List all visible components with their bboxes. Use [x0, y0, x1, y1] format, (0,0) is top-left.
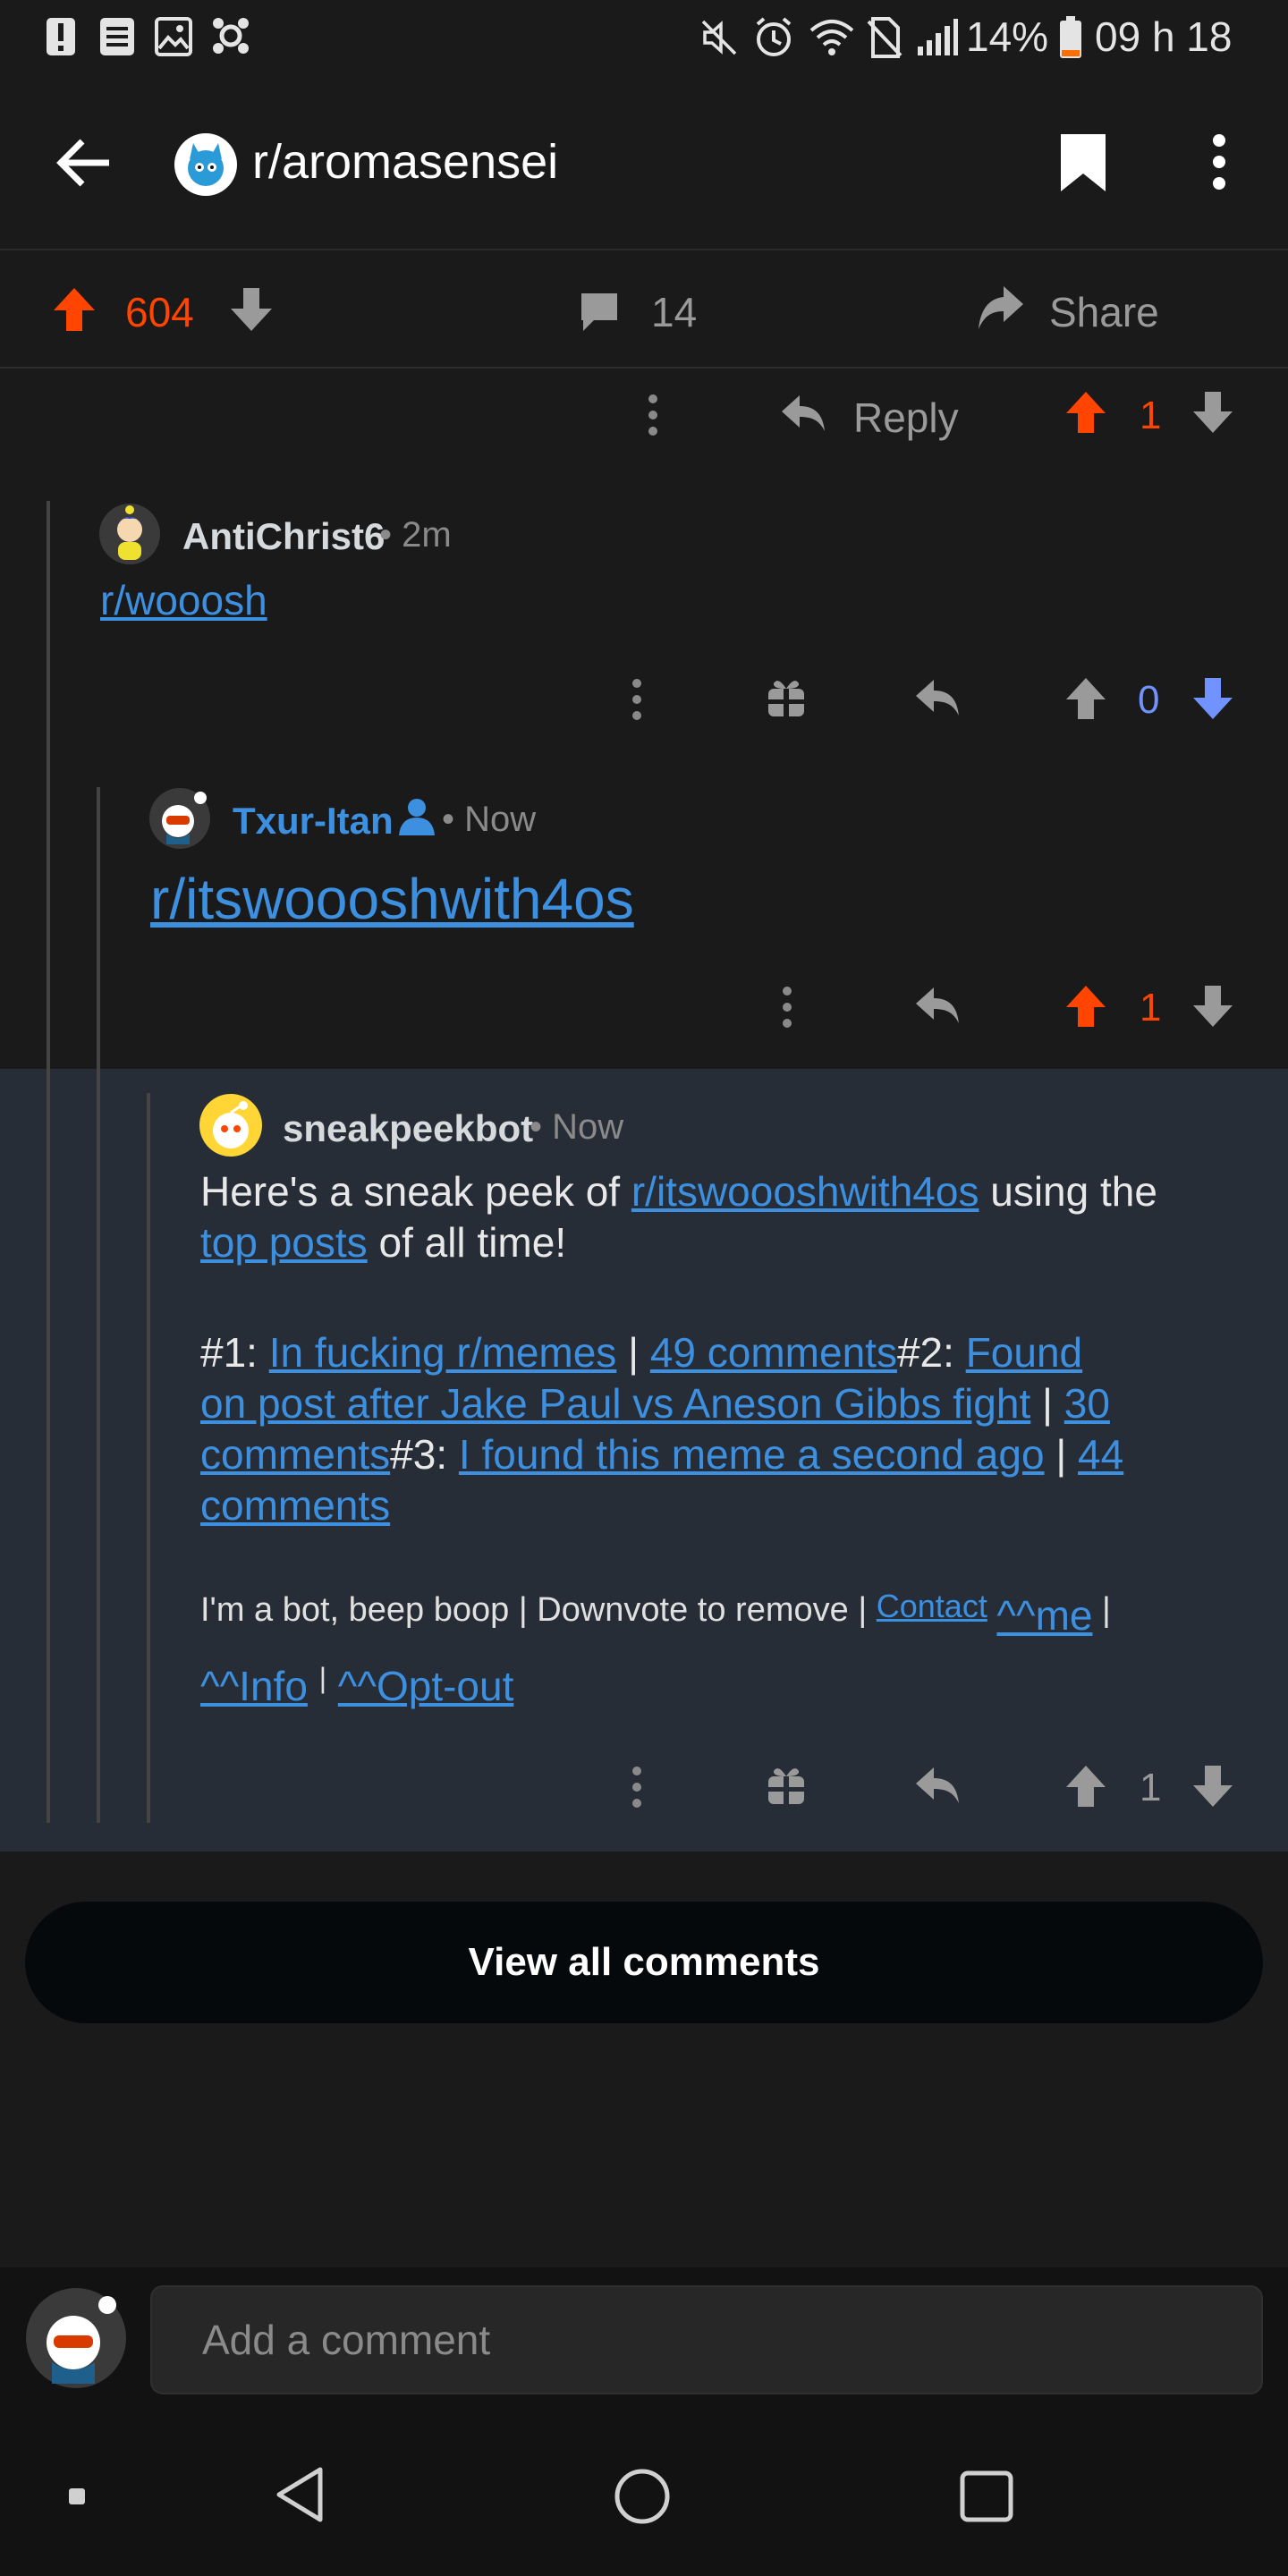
downvote-icon[interactable]: [229, 286, 274, 333]
user-op-icon: [397, 796, 436, 835]
comment-body-link[interactable]: r/itswoooshwith4os: [150, 866, 634, 932]
upvote-icon[interactable]: [1064, 390, 1107, 435]
more-options-icon[interactable]: [630, 678, 644, 721]
bot-post-list: #1: In fucking r/memes | 49 comments#2: …: [200, 1329, 1124, 1529]
bot-footer: I'm a bot, beep boop | Downvote to remov…: [200, 1588, 1111, 1639]
share-icon[interactable]: [975, 283, 1025, 333]
more-options-icon[interactable]: [780, 986, 794, 1029]
comment-author[interactable]: sneakpeekbot: [283, 1107, 533, 1150]
thread-line: [97, 787, 100, 1823]
reply-label[interactable]: Reply: [853, 394, 959, 442]
message-icon: [98, 16, 136, 57]
me-link[interactable]: ^^me: [996, 1592, 1092, 1639]
top-posts-link[interactable]: top posts: [200, 1219, 368, 1266]
contact-link[interactable]: Contact: [877, 1588, 987, 1624]
more-options-icon[interactable]: [630, 1766, 644, 1809]
post-action-bar: 604 14 Share: [0, 250, 1288, 369]
bot-intro: Here's a sneak peek of r/itswoooshwith4o…: [200, 1168, 1157, 1266]
post-comments-link[interactable]: 30: [1064, 1380, 1110, 1427]
post-score: 604: [125, 289, 194, 335]
avatar[interactable]: [148, 787, 211, 850]
avatar[interactable]: [199, 1093, 263, 1157]
award-icon[interactable]: [766, 676, 807, 719]
subreddit-title[interactable]: r/aromasensei: [252, 134, 558, 190]
avatar[interactable]: [98, 503, 161, 565]
comment-score: 1: [1140, 394, 1162, 437]
add-comment-input[interactable]: Add a comment: [150, 2285, 1263, 2394]
upvote-icon[interactable]: [1064, 1764, 1107, 1809]
signal-icon: [916, 16, 959, 57]
downvote-icon[interactable]: [1191, 676, 1234, 721]
comment-age: • Now: [442, 800, 537, 839]
downvote-icon[interactable]: [1191, 390, 1234, 435]
recents-nav-icon[interactable]: [959, 2470, 1014, 2523]
more-options-icon[interactable]: [646, 394, 660, 436]
comment-score: 1: [1140, 1766, 1162, 1809]
status-bar: 14% 09 h 18: [0, 0, 1288, 80]
reply-icon[interactable]: [914, 1764, 961, 1807]
comment-age: • 2m: [379, 515, 452, 555]
post-comments-link[interactable]: comments: [200, 1482, 390, 1529]
post-comments-link[interactable]: 49 comments: [650, 1329, 897, 1376]
comment-score: 1: [1140, 986, 1162, 1030]
app-notification-icon: [209, 14, 252, 57]
more-options-icon[interactable]: [1209, 132, 1229, 191]
post-link[interactable]: on post after Jake Paul vs Aneson Gibbs …: [200, 1380, 1030, 1427]
post-link[interactable]: Found: [966, 1329, 1082, 1376]
back-arrow-icon[interactable]: [55, 138, 113, 188]
downvote-icon[interactable]: [1191, 1764, 1234, 1809]
wifi-icon: [809, 18, 855, 57]
alert-icon: [45, 16, 77, 57]
no-sim-icon: [866, 16, 903, 59]
downvote-icon[interactable]: [1191, 984, 1234, 1029]
comment-author[interactable]: AntiChrist6: [182, 515, 385, 558]
back-nav-icon[interactable]: [274, 2466, 327, 2523]
bot-footer-links: ^^Info | ^^Opt-out: [200, 1662, 514, 1709]
upvote-icon[interactable]: [1064, 984, 1107, 1029]
post-link[interactable]: In fucking r/memes: [269, 1329, 617, 1376]
share-label[interactable]: Share: [1049, 288, 1159, 336]
alarm-icon: [753, 16, 794, 59]
upvote-icon[interactable]: [1064, 676, 1107, 721]
reply-icon[interactable]: [914, 984, 961, 1027]
top-app-bar: r/aromasensei: [0, 80, 1288, 250]
recent-apps-dot-icon: [68, 2487, 86, 2505]
post-comments-link[interactable]: 44: [1078, 1431, 1123, 1478]
post-comments-link[interactable]: comments: [200, 1431, 390, 1478]
reply-icon[interactable]: [914, 676, 961, 719]
subreddit-link[interactable]: r/itswoooshwith4os: [631, 1168, 979, 1215]
user-avatar[interactable]: [25, 2287, 127, 2389]
post-link[interactable]: I found this meme a second ago: [459, 1431, 1045, 1478]
battery-percent: 14%: [966, 13, 1049, 60]
bookmark-icon[interactable]: [1057, 131, 1109, 195]
home-nav-icon[interactable]: [614, 2468, 671, 2525]
comment-score: 0: [1138, 678, 1160, 722]
comment-body-link[interactable]: r/wooosh: [100, 576, 267, 624]
mute-icon: [699, 18, 739, 57]
comment-age: • Now: [530, 1107, 624, 1147]
subreddit-avatar[interactable]: [174, 132, 238, 197]
comment-icon[interactable]: [578, 290, 621, 333]
upvote-icon[interactable]: [52, 286, 97, 333]
comment-author[interactable]: Txur-Itan: [233, 800, 394, 843]
thread-line: [147, 1093, 150, 1823]
thread-line: [47, 501, 50, 1823]
clock: 09 h 18: [1095, 13, 1233, 60]
battery-icon: [1059, 16, 1082, 59]
comment-body: Here's a sneak peek of r/itswoooshwith4o…: [200, 1166, 1265, 1531]
image-icon: [154, 16, 193, 57]
comment-count: 14: [651, 289, 698, 335]
info-link[interactable]: ^^Info: [200, 1663, 308, 1709]
award-icon[interactable]: [766, 1764, 807, 1807]
reply-icon[interactable]: [780, 392, 826, 435]
view-all-comments-button[interactable]: View all comments: [25, 1902, 1263, 2023]
comment-composer-bar: Add a comment: [0, 2267, 1288, 2419]
system-navigation-bar: [0, 2419, 1288, 2576]
opt-out-link[interactable]: ^^Opt-out: [338, 1663, 514, 1709]
